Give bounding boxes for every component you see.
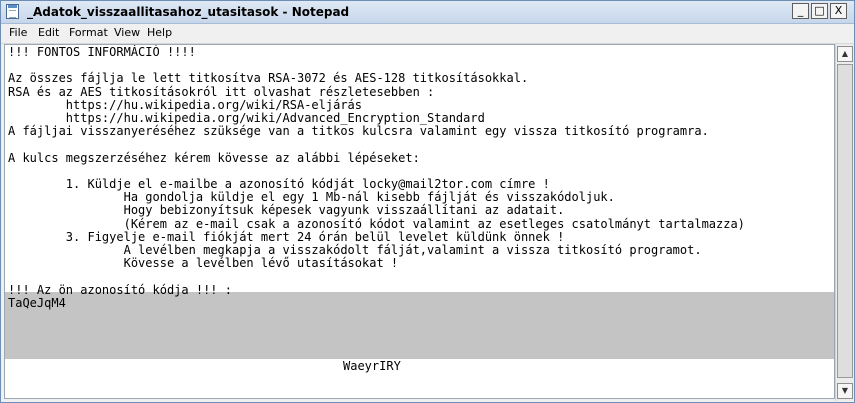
- minimize-button[interactable]: _: [792, 3, 809, 19]
- menu-view[interactable]: View: [114, 26, 140, 39]
- notepad-window: _Adatok_visszaallitasahoz_utasitasok - N…: [0, 0, 855, 403]
- code-end-text: WaeyrIRY: [343, 359, 401, 373]
- title-bar[interactable]: _Adatok_visszaallitasahoz_utasitasok - N…: [1, 1, 854, 24]
- close-button[interactable]: X: [830, 3, 847, 19]
- menu-format[interactable]: Format: [69, 26, 108, 39]
- scrollbar-thumb[interactable]: [837, 64, 853, 378]
- window-title: _Adatok_visszaallitasahoz_utasitasok - N…: [27, 5, 350, 19]
- menu-file[interactable]: File: [9, 26, 27, 39]
- notepad-icon: [6, 4, 19, 19]
- scroll-up-icon[interactable]: ▲: [837, 46, 853, 62]
- vertical-scrollbar[interactable]: ▲ ▼: [835, 44, 854, 401]
- scroll-down-icon[interactable]: ▼: [837, 383, 853, 399]
- menu-bar: File Edit Format View Help: [1, 24, 854, 44]
- text-editor[interactable]: !!! FONTOS INFORMÁCIÓ !!!! Az összes fáj…: [4, 44, 835, 399]
- maximize-button[interactable]: □: [811, 3, 828, 19]
- menu-help[interactable]: Help: [147, 26, 172, 39]
- menu-edit[interactable]: Edit: [38, 26, 59, 39]
- editor-text: !!! FONTOS INFORMÁCIÓ !!!! Az összes fáj…: [8, 45, 745, 310]
